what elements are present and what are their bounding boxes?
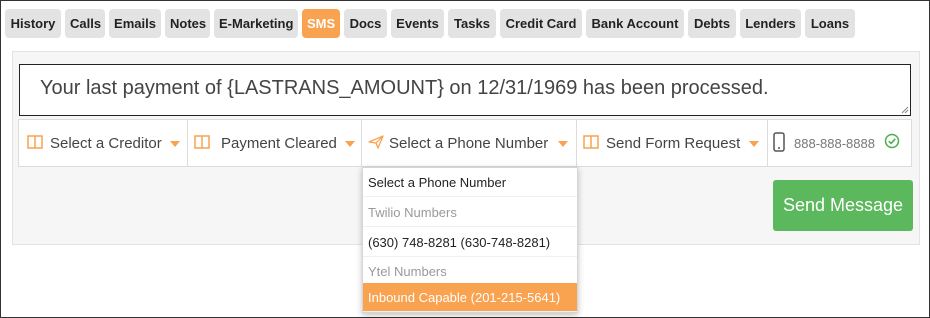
template-select-label: Payment Cleared	[221, 135, 337, 152]
dropdown-option[interactable]: Select a Phone Number	[363, 168, 577, 197]
tab-debts[interactable]: Debts	[688, 9, 736, 38]
recipient-phone-number: 888-888-8888	[794, 136, 875, 151]
recipient-phone: 888-888-8888	[768, 120, 911, 166]
template-select[interactable]: Payment Cleared	[188, 120, 362, 166]
creditor-select[interactable]: Select a Creditor	[19, 120, 188, 166]
send-message-button[interactable]: Send Message	[773, 180, 913, 231]
tab-events[interactable]: Events	[391, 9, 444, 38]
form-request-select[interactable]: Send Form Request	[577, 120, 768, 166]
tab-tasks[interactable]: Tasks	[448, 9, 496, 38]
tab-docs[interactable]: Docs	[344, 9, 387, 38]
creditor-select-label: Select a Creditor	[50, 135, 162, 152]
dropdown-option-highlighted[interactable]: Inbound Capable (201-215-5641)	[363, 283, 577, 312]
chevron-down-icon	[749, 141, 759, 147]
tab-bank-account[interactable]: Bank Account	[586, 9, 684, 38]
dropdown-option[interactable]: (630) 748-8281 (630-748-8281)	[363, 228, 577, 257]
mobile-phone-icon	[773, 132, 785, 152]
chevron-down-icon	[558, 141, 568, 147]
tab-calls[interactable]: Calls	[65, 9, 105, 38]
tab-e-marketing[interactable]: E-Marketing	[214, 9, 298, 38]
window-frame: History Calls Emails Notes E-Marketing S…	[0, 0, 930, 318]
tab-loans[interactable]: Loans	[805, 9, 855, 38]
phone-number-select-label: Select a Phone Number	[389, 135, 549, 152]
chevron-down-icon	[170, 141, 180, 147]
message-textarea[interactable]: Your last payment of {LASTRANS_AMOUNT} o…	[19, 64, 911, 116]
message-text: Your last payment of {LASTRANS_AMOUNT} o…	[40, 77, 769, 99]
tab-sms[interactable]: SMS	[302, 9, 340, 38]
phone-number-dropdown: Select a Phone Number Twilio Numbers (63…	[362, 167, 578, 313]
phone-number-select[interactable]: Select a Phone Number	[362, 120, 577, 166]
book-icon	[194, 135, 210, 149]
tab-history[interactable]: History	[5, 9, 61, 38]
chevron-down-icon	[345, 141, 355, 147]
dropdown-group-header: Twilio Numbers	[363, 198, 577, 227]
check-circle-icon	[884, 133, 900, 149]
dropdown-group-header: Ytel Numbers	[363, 257, 577, 286]
tab-emails[interactable]: Emails	[109, 9, 161, 38]
resize-handle-icon[interactable]	[901, 106, 909, 114]
book-icon	[583, 135, 599, 149]
form-request-select-label: Send Form Request	[606, 135, 741, 152]
tab-notes[interactable]: Notes	[165, 9, 210, 38]
book-icon	[27, 135, 43, 149]
tab-credit-card[interactable]: Credit Card	[500, 9, 582, 38]
sms-toolbar: Select a Creditor Payment Cleared Select…	[18, 119, 912, 167]
paper-plane-icon	[368, 135, 384, 149]
tab-lenders[interactable]: Lenders	[740, 9, 801, 38]
